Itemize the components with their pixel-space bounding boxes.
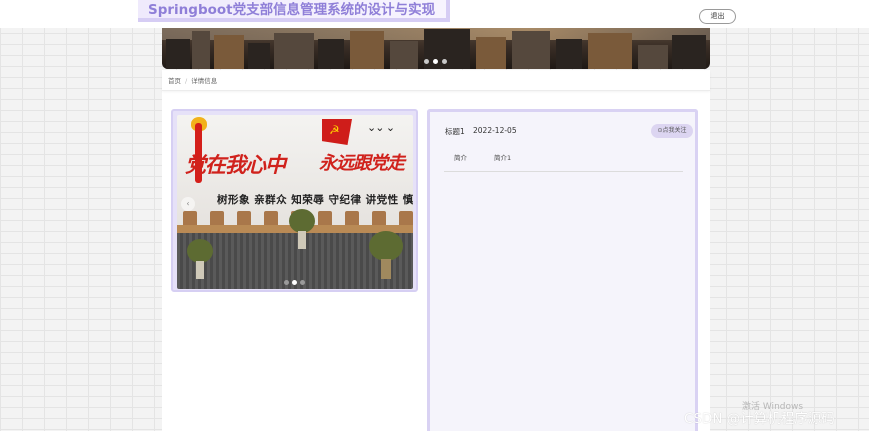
banner-dot[interactable] (442, 59, 447, 64)
breadcrumb-home-link[interactable]: 首页 (168, 77, 181, 85)
breadcrumb-separator: / (185, 77, 188, 85)
image-carousel[interactable]: ☭ ⌄⌄ ⌄ 党在我心中 永远跟党走 树形象 亲群众 知荣辱 守纪律 讲党性 慎… (177, 115, 413, 289)
detail-info-card: 标题1 2022-12-05 ⊙点我关注 简介 简介1 (427, 109, 698, 431)
plant-vase (196, 261, 204, 279)
plant-leaves (187, 239, 213, 263)
plant-leaves (369, 231, 403, 261)
doves-graphic: ⌄⌄ ⌄ (367, 121, 395, 134)
plant-graphic (187, 239, 213, 279)
party-emblem-icon: ☭ (329, 123, 340, 137)
follow-button[interactable]: ⊙点我关注 (651, 124, 693, 138)
detail-tabs: 简介 简介1 (444, 153, 683, 172)
carousel-prev-arrow-icon[interactable]: ‹ (181, 197, 195, 211)
tab-intro-1[interactable]: 简介1 (494, 153, 511, 163)
plant-leaves (289, 209, 315, 233)
banner-building (350, 31, 384, 69)
carousel-dot-active[interactable] (292, 280, 297, 285)
detail-date: 2022-12-05 (473, 126, 517, 135)
banner-dot[interactable] (424, 59, 429, 64)
banner-dot-active[interactable] (433, 59, 438, 64)
banner-pagination (424, 59, 447, 64)
banner-building (390, 41, 418, 69)
carousel-slogan-left: 党在我心中 (185, 152, 286, 177)
banner-building (512, 31, 550, 69)
carousel-slogan-right: 永远跟党走 (319, 153, 405, 174)
carousel-dot[interactable] (300, 280, 305, 285)
detail-title: 标题1 (445, 127, 465, 136)
logout-button[interactable]: 退出 (699, 9, 736, 24)
site-title: Springboot党支部信息管理系统的设计与实现 (138, 0, 450, 22)
breadcrumb: 首页 / 详情信息 (162, 71, 710, 91)
banner-building (166, 39, 190, 69)
plant-graphic (369, 231, 403, 279)
image-carousel-card: ☭ ⌄⌄ ⌄ 党在我心中 永远跟党走 树形象 亲群众 知荣辱 守纪律 讲党性 慎… (171, 109, 418, 292)
breadcrumb-current: 详情信息 (191, 77, 218, 85)
banner-building (476, 37, 506, 69)
banner-building (638, 45, 668, 69)
banner-building (318, 39, 344, 69)
banner-building (588, 33, 632, 69)
banner-building (214, 35, 244, 69)
banner-building (556, 39, 582, 69)
csdn-watermark: CSDN @计算机程序源码 (684, 411, 835, 427)
banner-building (274, 33, 314, 69)
plant-graphic (289, 209, 315, 249)
carousel-dot[interactable] (284, 280, 289, 285)
carousel-pagination (284, 280, 305, 285)
banner-building (248, 43, 270, 69)
plant-vase (381, 259, 391, 279)
plant-vase (298, 231, 306, 249)
tab-intro[interactable]: 简介 (454, 153, 467, 163)
banner-building (192, 31, 210, 69)
banner-building (672, 35, 706, 69)
carousel-subline: 树形象 亲群众 知荣辱 守纪律 讲党性 慎言行 (217, 194, 413, 206)
header-banner (162, 28, 710, 69)
